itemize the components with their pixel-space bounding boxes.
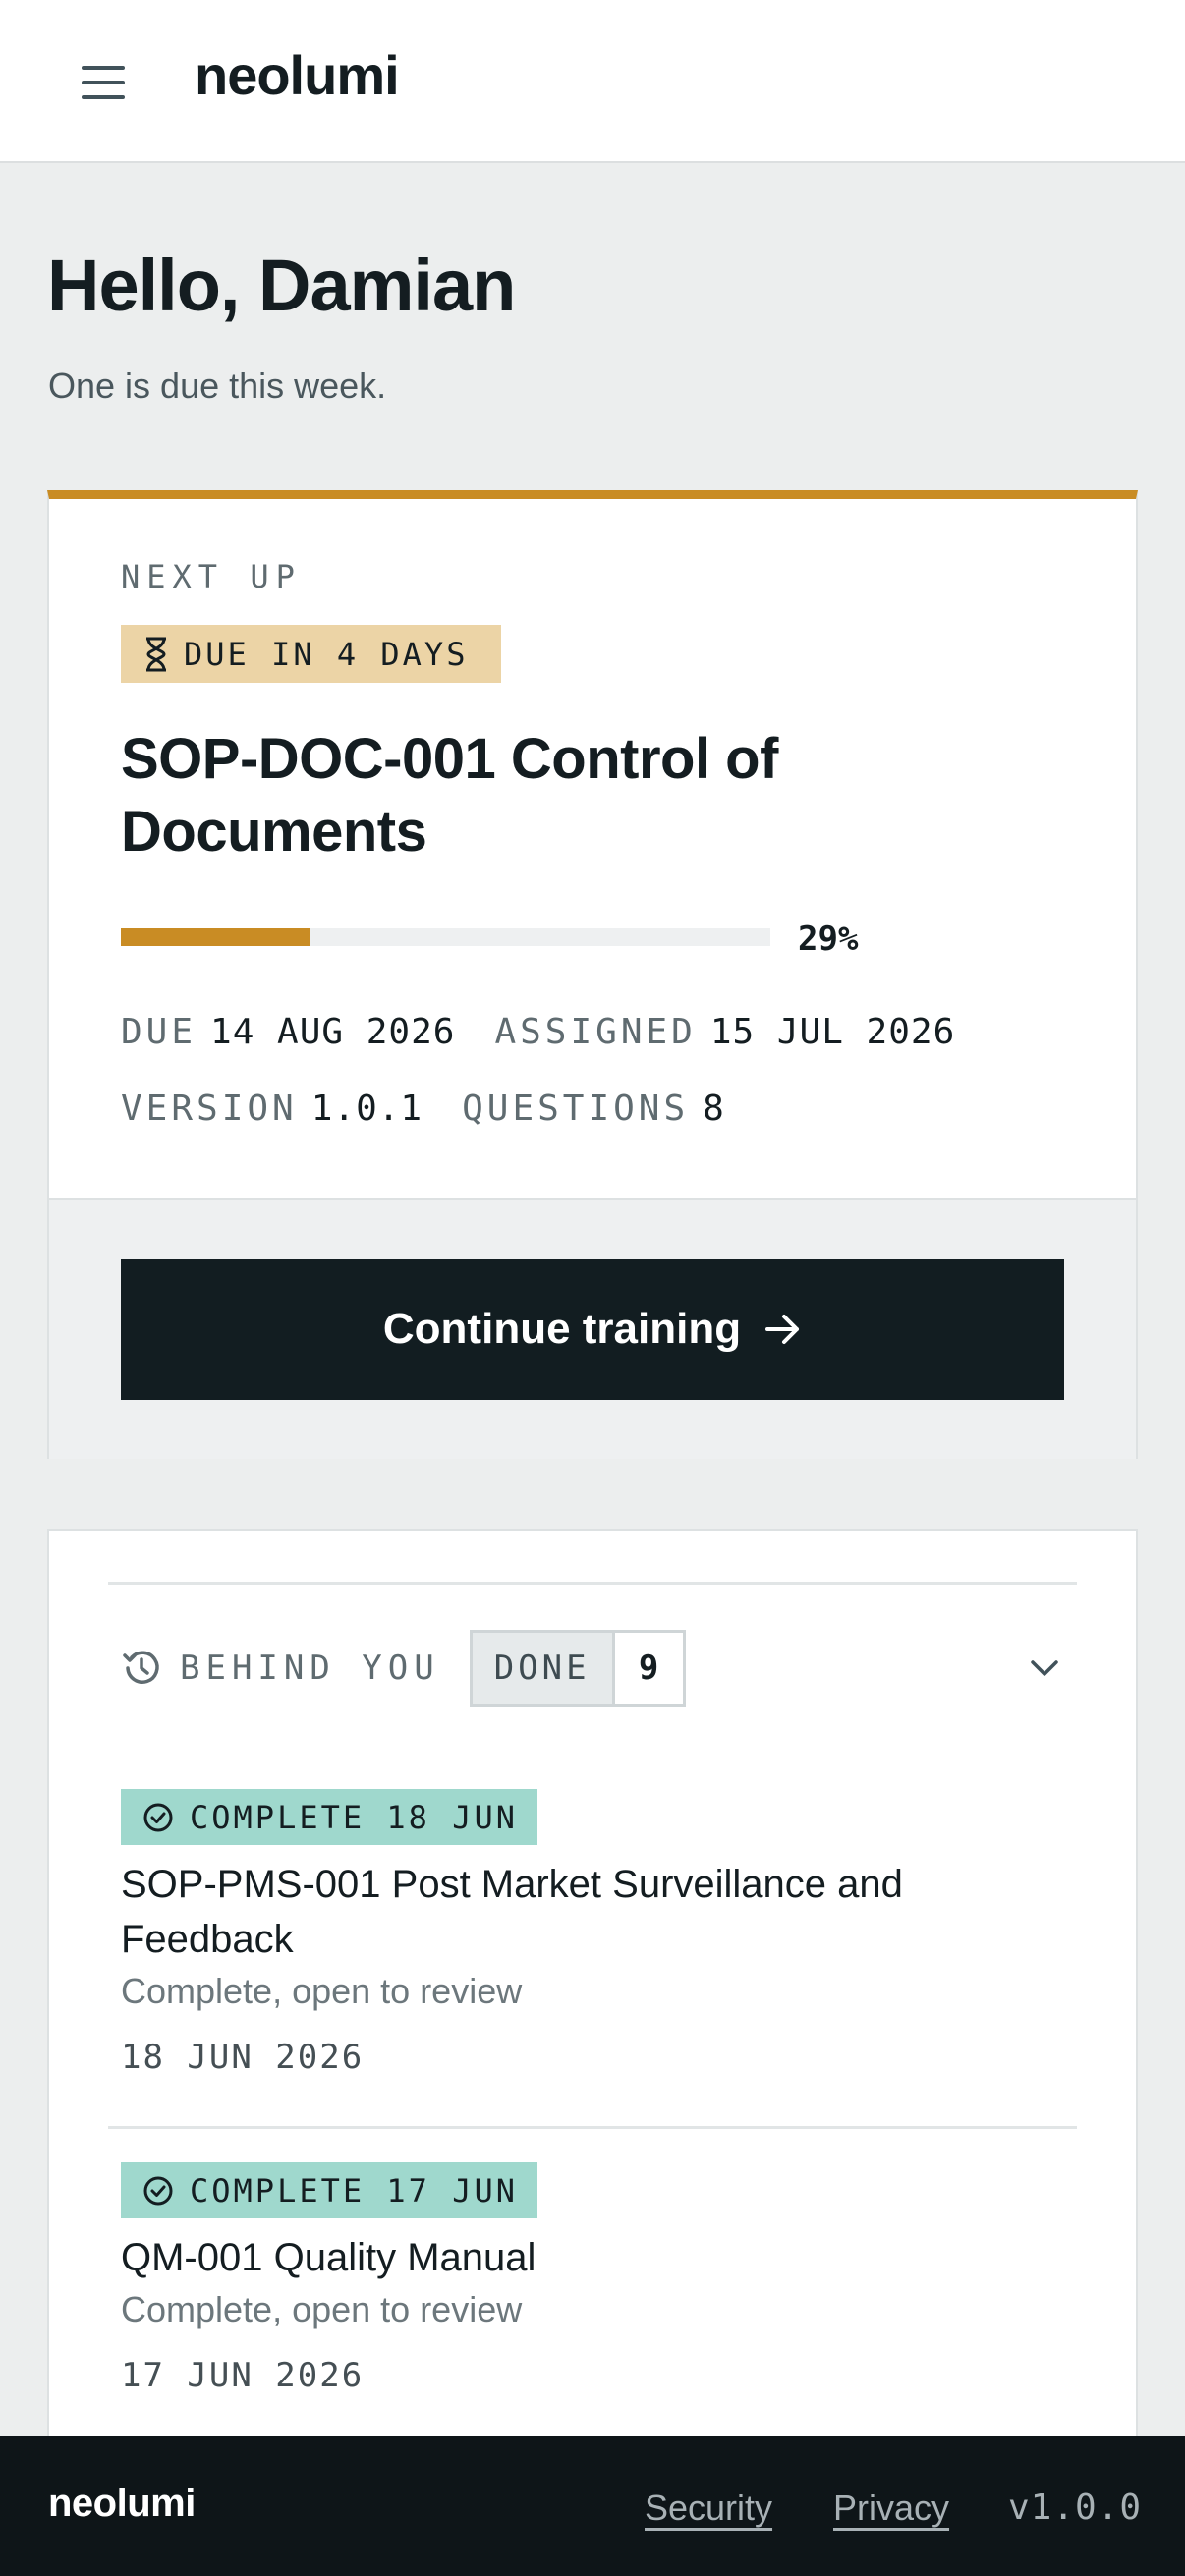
item-subtitle: Complete, open to review [121, 2289, 523, 2329]
assigned-value: 15 JUL 2026 [709, 1012, 956, 1052]
hamburger-menu-icon[interactable] [73, 54, 134, 111]
hourglass-icon [146, 637, 166, 671]
complete-badge: COMPLETE 18 JUN [121, 1789, 537, 1845]
list-item[interactable]: COMPLETE 18 JUN SOP-PMS-001 Post Market … [121, 1789, 1064, 2077]
privacy-link[interactable]: Privacy [833, 2488, 949, 2529]
progress-bar [121, 928, 770, 946]
version-value: 1.0.1 [310, 1089, 423, 1129]
divider [108, 2126, 1077, 2129]
divider [108, 1582, 1077, 1585]
done-counter: DONE 9 [469, 1630, 686, 1707]
meta-dates: DUE 14 AUG 2026 ASSIGNED 15 JUL 2026 [121, 1012, 955, 1052]
list-item[interactable]: COMPLETE 17 JUN QM-001 Quality Manual Co… [121, 2162, 1064, 2395]
next-up-card: NEXT UP DUE IN 4 DAYS SOP-DOC-001 Contro… [47, 490, 1138, 1459]
continue-training-label: Continue training [382, 1305, 742, 1353]
behind-you-card: BEHIND YOU DONE 9 COMPLETE 18 JUN SOP-PM… [47, 1529, 1138, 2576]
next-up-eyebrow: NEXT UP [121, 558, 302, 595]
check-circle-icon [143, 2176, 173, 2205]
assigned-label: ASSIGNED [494, 1012, 697, 1052]
item-date: 17 JUN 2026 [121, 2356, 365, 2395]
footer: neolumi Security Privacy v1.0.0 [0, 2436, 1185, 2576]
security-link[interactable]: Security [645, 2488, 772, 2529]
progress-bar-fill [121, 928, 310, 946]
due-badge-label: DUE IN 4 DAYS [184, 635, 469, 673]
questions-label: QUESTIONS [462, 1089, 690, 1129]
version-label: VERSION [121, 1089, 298, 1129]
check-circle-icon [143, 1803, 173, 1831]
arrow-right-icon [765, 1315, 800, 1344]
continue-training-button[interactable]: Continue training [121, 1259, 1064, 1400]
meta-version: VERSION 1.0.1 QUESTIONS 8 [121, 1089, 725, 1129]
item-subtitle: Complete, open to review [121, 1971, 523, 2011]
footer-logo[interactable]: neolumi [48, 2482, 196, 2526]
item-title[interactable]: QM-001 Quality Manual [121, 2230, 1035, 2285]
progress-percent: 29% [798, 920, 859, 959]
complete-badge: COMPLETE 17 JUN [121, 2162, 537, 2218]
top-bar: neolumi [0, 0, 1185, 163]
complete-badge-label: COMPLETE 18 JUN [190, 1798, 518, 1836]
history-icon [123, 1651, 159, 1684]
app-logo[interactable]: neolumi [195, 43, 400, 107]
item-title[interactable]: SOP-PMS-001 Post Market Surveillance and… [121, 1857, 1035, 1967]
due-label: DUE [121, 1012, 198, 1052]
item-date: 18 JUN 2026 [121, 2038, 365, 2077]
page-title: Hello, Damian [47, 245, 516, 326]
course-title[interactable]: SOP-DOC-001 Control of Documents [121, 723, 966, 868]
next-up-card-footer: Continue training [49, 1198, 1136, 1459]
done-label: DONE [472, 1633, 612, 1704]
behind-you-label: BEHIND YOU [180, 1649, 440, 1688]
done-count: 9 [611, 1633, 683, 1704]
complete-badge-label: COMPLETE 17 JUN [190, 2171, 518, 2210]
chevron-down-icon[interactable] [1025, 1651, 1064, 1686]
due-value: 14 AUG 2026 [210, 1012, 456, 1052]
app-version: v1.0.0 [1008, 2488, 1143, 2528]
page-subtitle: One is due this week. [48, 365, 387, 406]
questions-value: 8 [703, 1089, 725, 1129]
behind-you-toggle[interactable]: BEHIND YOU DONE 9 [121, 1629, 1064, 1708]
due-badge: DUE IN 4 DAYS [121, 625, 501, 683]
